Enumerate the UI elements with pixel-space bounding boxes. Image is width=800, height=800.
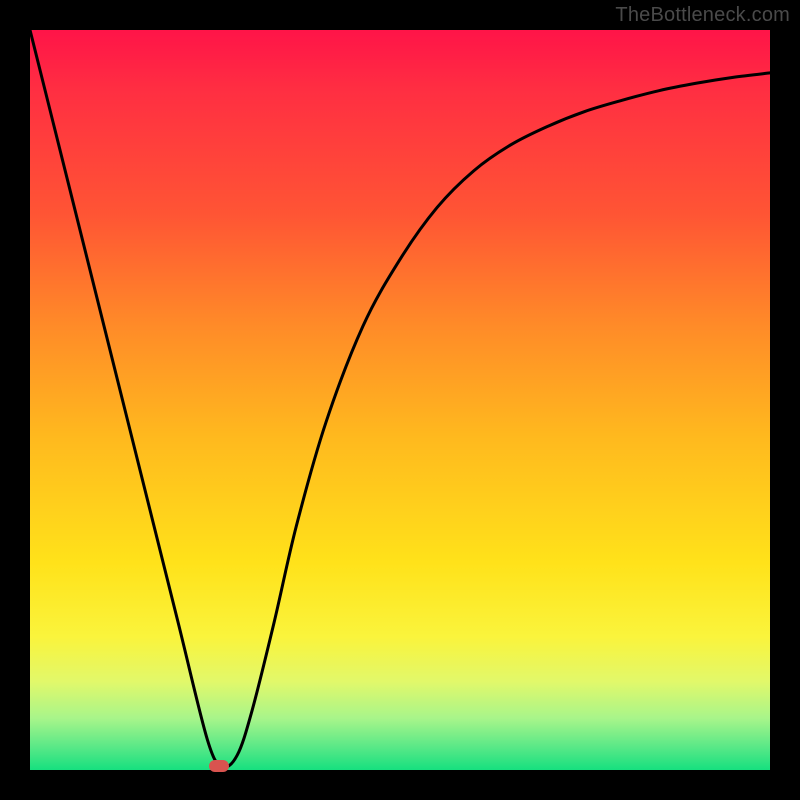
chart-frame: TheBottleneck.com <box>0 0 800 800</box>
bottleneck-curve <box>30 30 770 770</box>
curve-path <box>30 30 770 767</box>
plot-area <box>30 30 770 770</box>
watermark-label: TheBottleneck.com <box>615 4 790 27</box>
optimum-marker <box>209 760 229 772</box>
